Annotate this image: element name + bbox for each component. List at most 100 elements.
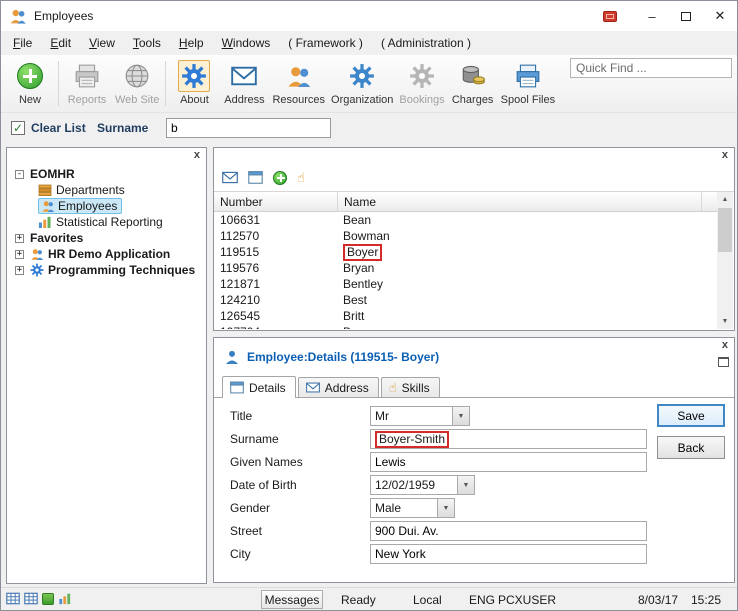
maximize-button[interactable] bbox=[669, 1, 703, 31]
expand-expander-icon[interactable]: + bbox=[15, 234, 24, 243]
filter-bar: ✓ Clear List Surname bbox=[1, 113, 737, 143]
quick-find-input[interactable] bbox=[570, 58, 732, 78]
tree-item-favorites[interactable]: + Favorites bbox=[7, 230, 206, 246]
tree-item-eomhr[interactable]: - EOMHR bbox=[7, 166, 206, 182]
about-button[interactable]: About bbox=[169, 58, 219, 106]
chart-icon[interactable] bbox=[58, 592, 72, 605]
employee-row[interactable]: 119515 Boyer bbox=[214, 244, 717, 260]
panel-restore-icon[interactable] bbox=[718, 357, 729, 367]
change-annotation: Boyer-Smith bbox=[375, 431, 449, 448]
spool-files-button[interactable]: Spool Files bbox=[498, 58, 558, 106]
form-icon[interactable] bbox=[248, 171, 263, 184]
employee-row[interactable]: 119576 Bryan bbox=[214, 260, 717, 276]
employee-row[interactable]: 112570 Bowman bbox=[214, 228, 717, 244]
menu-edit[interactable]: Edit bbox=[41, 32, 80, 54]
clear-list-checkbox[interactable]: ✓ bbox=[11, 121, 25, 135]
list-scrollbar[interactable]: ▲ ▼ bbox=[717, 192, 733, 329]
street-label: Street bbox=[230, 524, 370, 538]
organization-button[interactable]: Organization bbox=[328, 58, 396, 106]
panel-close-icon[interactable]: x bbox=[720, 339, 730, 352]
tab-skills[interactable]: ☝ Skills bbox=[381, 377, 440, 397]
menu-framework[interactable]: ( Framework ) bbox=[279, 32, 372, 54]
employee-row[interactable]: 106631 Bean bbox=[214, 212, 717, 228]
expand-expander-icon[interactable]: + bbox=[15, 266, 24, 275]
tab-address[interactable]: Address bbox=[298, 377, 379, 397]
tree-item-programming-techniques[interactable]: + Programming Techniques bbox=[7, 262, 206, 278]
messages-button[interactable]: Messages bbox=[261, 590, 323, 609]
employee-number: 119515 bbox=[214, 245, 338, 259]
menu-file[interactable]: File bbox=[4, 32, 41, 54]
menu-windows[interactable]: Windows bbox=[213, 32, 280, 54]
window-title: Employees bbox=[34, 9, 93, 23]
add-icon[interactable] bbox=[273, 171, 287, 185]
date-of-birth-select[interactable]: 12/02/1959 ▼ bbox=[370, 475, 475, 495]
tree-item-departments[interactable]: Departments bbox=[7, 182, 206, 198]
employee-name: Best bbox=[338, 293, 367, 307]
chevron-down-icon[interactable]: ▼ bbox=[437, 499, 454, 517]
minimize-button[interactable]: – bbox=[635, 1, 669, 31]
tree-item-hr-demo-application[interactable]: + HR Demo Application bbox=[7, 246, 206, 262]
city-input[interactable] bbox=[370, 544, 647, 564]
employee-name: Brown bbox=[338, 325, 377, 329]
given-names-label: Given Names bbox=[230, 455, 370, 469]
details-header: Employee:Details (119515- Boyer) bbox=[214, 338, 734, 368]
address-button[interactable]: Address bbox=[219, 58, 269, 106]
collapse-expander-icon[interactable]: - bbox=[15, 170, 24, 179]
titlebar: Employees – ✕ bbox=[1, 1, 737, 31]
mail-icon[interactable] bbox=[222, 171, 238, 184]
employee-row[interactable]: 124210 Best bbox=[214, 292, 717, 308]
employee-row[interactable]: 126545 Britt bbox=[214, 308, 717, 324]
scroll-down-icon[interactable]: ▼ bbox=[717, 314, 733, 329]
bookings-button[interactable]: Bookings bbox=[396, 58, 447, 106]
toolbar-separator bbox=[58, 61, 59, 106]
employee-row[interactable]: 121871 Bentley bbox=[214, 276, 717, 292]
charges-button[interactable]: Charges bbox=[448, 58, 498, 106]
table-icon[interactable] bbox=[24, 592, 38, 605]
street-input[interactable] bbox=[370, 521, 647, 541]
chevron-down-icon[interactable]: ▼ bbox=[452, 407, 469, 425]
panel-close-icon[interactable]: x bbox=[192, 149, 202, 162]
title-select[interactable]: Mr ▼ bbox=[370, 406, 470, 426]
form-icon bbox=[230, 381, 244, 394]
expand-expander-icon[interactable]: + bbox=[15, 250, 24, 259]
tree-item-statistical-reporting[interactable]: Statistical Reporting bbox=[7, 214, 206, 230]
surname-input[interactable]: Boyer-Smith bbox=[370, 429, 647, 449]
panel-close-icon[interactable]: x bbox=[720, 149, 730, 162]
back-button[interactable]: Back bbox=[657, 436, 725, 459]
scrollbar-thumb[interactable] bbox=[718, 208, 732, 252]
tree-item-employees[interactable]: Employees bbox=[7, 198, 206, 214]
chevron-down-icon[interactable]: ▼ bbox=[457, 476, 474, 494]
employee-name: Bentley bbox=[338, 277, 383, 291]
employee-number: 106631 bbox=[214, 213, 338, 227]
nav-tree: - EOMHR Departments Employees Statistica… bbox=[7, 148, 206, 278]
scroll-up-icon[interactable]: ▲ bbox=[717, 192, 733, 207]
hand-icon[interactable]: ☝ bbox=[297, 171, 305, 184]
surname-label: Surname bbox=[230, 432, 370, 446]
employee-row[interactable]: 127794 Brown bbox=[214, 324, 717, 329]
save-button[interactable]: Save bbox=[657, 404, 725, 427]
resources-button[interactable]: Resources bbox=[269, 58, 328, 106]
books-icon bbox=[38, 183, 52, 197]
tab-details[interactable]: Details bbox=[222, 376, 296, 398]
new-plus-icon bbox=[14, 60, 46, 92]
column-header-number[interactable]: Number bbox=[214, 192, 338, 211]
menu-view[interactable]: View bbox=[80, 32, 124, 54]
status-date: 8/03/17 bbox=[638, 593, 678, 607]
people-icon bbox=[283, 60, 315, 92]
reports-button[interactable]: Reports bbox=[62, 58, 112, 106]
status-time: 15:25 bbox=[691, 593, 721, 607]
column-header-name[interactable]: Name bbox=[338, 192, 702, 211]
surname-filter-input[interactable] bbox=[166, 118, 331, 138]
close-button[interactable]: ✕ bbox=[703, 1, 737, 31]
website-button[interactable]: Web Site bbox=[112, 58, 162, 106]
menu-administration[interactable]: ( Administration ) bbox=[372, 32, 480, 54]
gender-label: Gender bbox=[230, 501, 370, 515]
new-button[interactable]: New bbox=[5, 58, 55, 106]
menu-tools[interactable]: Tools bbox=[124, 32, 170, 54]
table-icon[interactable] bbox=[6, 592, 20, 605]
given-names-input[interactable] bbox=[370, 452, 647, 472]
green-app-icon[interactable] bbox=[42, 593, 54, 605]
globe-icon bbox=[121, 60, 153, 92]
gender-select[interactable]: Male ▼ bbox=[370, 498, 455, 518]
menu-help[interactable]: Help bbox=[170, 32, 213, 54]
